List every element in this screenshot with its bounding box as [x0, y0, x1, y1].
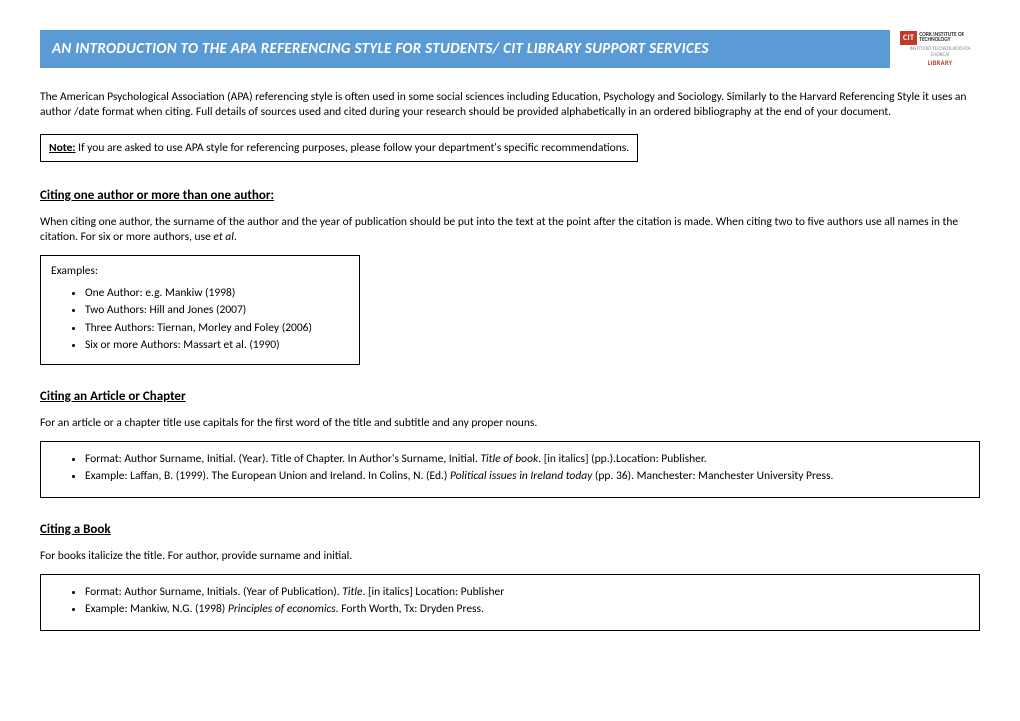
s2-body: For an article or a chapter title use ca…: [40, 416, 980, 431]
example-item: Six or more Authors: Massart et al. (199…: [85, 338, 349, 354]
s3-format-pre: Format: Author Surname, Initials. (Year …: [85, 585, 342, 599]
page-title: AN INTRODUCTION TO THE APA REFERENCING S…: [40, 30, 890, 68]
intro-paragraph: The American Psychological Association (…: [40, 90, 980, 120]
s2-example-it: Political issues in Ireland today: [450, 469, 592, 483]
header-row: AN INTRODUCTION TO THE APA REFERENCING S…: [40, 30, 980, 68]
s2-example-post: (pp. 36). Manchester: Manchester Univers…: [592, 469, 833, 483]
logo-cit-badge: CIT: [900, 31, 917, 45]
logo-top: CIT CORK INSTITUTE OF TECHNOLOGY: [900, 31, 980, 45]
examples-box: Examples: One Author: e.g. Mankiw (1998)…: [40, 255, 360, 365]
s2-format-pre: Format: Author Surname, Initial. (Year).…: [85, 452, 480, 466]
s3-example-it: Principles of economics.: [228, 602, 339, 616]
examples-label: Examples:: [51, 264, 349, 278]
s1-heading: Citing one author or more than one autho…: [40, 188, 980, 203]
note-text: If you are asked to use APA style for re…: [76, 141, 630, 155]
s2-heading: Citing an Article or Chapter: [40, 389, 980, 404]
examples-list: One Author: e.g. Mankiw (1998) Two Autho…: [51, 286, 349, 354]
s1-body-post: .: [234, 230, 237, 244]
cit-logo: CIT CORK INSTITUTE OF TECHNOLOGY INSTITI…: [900, 30, 980, 68]
s3-example-post: Forth Worth, Tx: Dryden Press.: [339, 602, 484, 616]
logo-tagline: INSTITIÚID TEICNEOLAÍOCHTA CHORCAÍ: [900, 47, 980, 58]
s3-example-line: Example: Mankiw, N.G. (1998) Principles …: [85, 602, 969, 618]
s3-format-box: Format: Author Surname, Initials. (Year …: [40, 574, 980, 631]
s3-example-pre: Example: Mankiw, N.G. (1998): [85, 602, 228, 616]
note-label: Note:: [49, 141, 76, 155]
logo-institute-name: CORK INSTITUTE OF TECHNOLOGY: [919, 33, 980, 44]
s3-heading: Citing a Book: [40, 522, 980, 537]
s2-format-it: Title of book: [480, 452, 538, 466]
s2-format-line: Format: Author Surname, Initial. (Year).…: [85, 452, 969, 468]
example-item: Two Authors: Hill and Jones (2007): [85, 303, 349, 319]
example-item: Three Authors: Tiernan, Morley and Foley…: [85, 321, 349, 337]
logo-library: LIBRARY: [928, 59, 953, 67]
s3-format-post: . [in italics] Location: Publisher: [362, 585, 504, 599]
s3-format-it: Title: [342, 585, 362, 599]
s1-body-etal: et al: [213, 230, 233, 244]
example-item: One Author: e.g. Mankiw (1998): [85, 286, 349, 302]
s1-body-pre: When citing one author, the surname of t…: [40, 215, 958, 244]
s3-body: For books italicize the title. For autho…: [40, 549, 980, 564]
s2-format-box: Format: Author Surname, Initial. (Year).…: [40, 441, 980, 498]
s1-body: When citing one author, the surname of t…: [40, 215, 980, 245]
s2-example-line: Example: Laffan, B. (1999). The European…: [85, 469, 969, 485]
s2-example-pre: Example: Laffan, B. (1999). The European…: [85, 469, 450, 483]
s2-format-post: . [in italics] (pp.).Location: Publisher…: [538, 452, 706, 466]
note-box: Note: If you are asked to use APA style …: [40, 134, 638, 162]
s3-format-line: Format: Author Surname, Initials. (Year …: [85, 585, 969, 601]
